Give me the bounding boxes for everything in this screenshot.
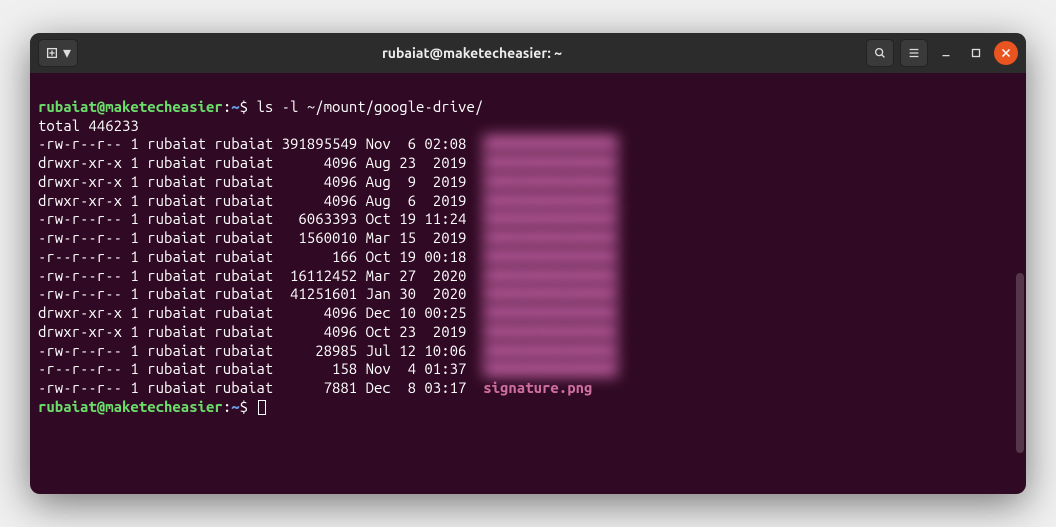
file-row: -rw-r--r-- 1 rubaiat rubaiat 7881 Dec 8 … [38, 379, 592, 396]
terminal-window: ▾ rubaiat@maketecheasier: ~ rubaiat@make… [30, 33, 1026, 494]
listing-container: -rw-r--r-- 1 rubaiat rubaiat 391895549 N… [38, 135, 1018, 398]
prompt-user-2: rubaiat@maketecheasier [38, 398, 223, 415]
blurred-filename: ████████████████ [483, 229, 617, 248]
maximize-button[interactable] [964, 41, 988, 65]
command-text: ls -l ~/mount/google-drive/ [256, 98, 483, 115]
filename: signature.png [483, 379, 592, 396]
prompt-sigil: $ [240, 98, 248, 115]
file-row: -rw-r--r-- 1 rubaiat rubaiat 1560010 Mar… [38, 229, 618, 246]
file-row: drwxr-xr-x 1 rubaiat rubaiat 4096 Dec 10… [38, 304, 618, 321]
blurred-filename: ████████████████ [483, 154, 617, 173]
titlebar: ▾ rubaiat@maketecheasier: ~ [30, 33, 1026, 73]
blurred-filename: ████████████████ [483, 210, 617, 229]
file-row: drwxr-xr-x 1 rubaiat rubaiat 4096 Oct 23… [38, 323, 618, 340]
new-tab-button[interactable]: ▾ [38, 39, 78, 67]
blurred-filename: ████████████████ [483, 285, 617, 304]
blurred-filename: ████████████████ [483, 342, 617, 361]
cursor [258, 400, 266, 415]
file-row: -rw-r--r-- 1 rubaiat rubaiat 28985 Jul 1… [38, 342, 618, 359]
blurred-filename: ████████████████ [483, 304, 617, 323]
minimize-button[interactable] [934, 41, 958, 65]
blurred-filename: ████████████████ [483, 135, 617, 154]
hamburger-icon [907, 46, 921, 60]
file-row: drwxr-xr-x 1 rubaiat rubaiat 4096 Aug 23… [38, 154, 618, 171]
file-row: -rw-r--r-- 1 rubaiat rubaiat 16112452 Ma… [38, 267, 618, 284]
file-row: -r--r--r-- 1 rubaiat rubaiat 158 Nov 4 0… [38, 360, 618, 377]
file-row: -rw-r--r-- 1 rubaiat rubaiat 6063393 Oct… [38, 210, 618, 227]
search-button[interactable] [866, 39, 894, 67]
file-row: drwxr-xr-x 1 rubaiat rubaiat 4096 Aug 6 … [38, 192, 618, 209]
new-tab-icon [45, 46, 59, 60]
maximize-icon [969, 46, 983, 60]
blurred-filename: ████████████████ [483, 192, 617, 211]
prompt-sep: : [223, 98, 231, 115]
blurred-filename: ████████████████ [483, 173, 617, 192]
menu-button[interactable] [900, 39, 928, 67]
close-icon [999, 46, 1013, 60]
prompt-path: ~ [231, 98, 239, 115]
blurred-filename: ████████████████ [483, 248, 617, 267]
prompt-user: rubaiat@maketecheasier [38, 98, 223, 115]
search-icon [873, 46, 887, 60]
file-row: -rw-r--r-- 1 rubaiat rubaiat 391895549 N… [38, 135, 618, 152]
blurred-filename: ████████████████ [483, 267, 617, 286]
scrollbar[interactable] [1016, 273, 1024, 453]
terminal-body[interactable]: rubaiat@maketecheasier:~$ ls -l ~/mount/… [30, 73, 1026, 494]
blurred-filename: ████████████████ [483, 360, 617, 379]
total-line: total 446233 [38, 117, 139, 134]
blurred-filename: ████████████████ [483, 323, 617, 342]
close-button[interactable] [994, 41, 1018, 65]
window-title: rubaiat@maketecheasier: ~ [86, 45, 858, 61]
file-row: -rw-r--r-- 1 rubaiat rubaiat 41251601 Ja… [38, 285, 618, 302]
minimize-icon [939, 46, 953, 60]
file-row: -r--r--r-- 1 rubaiat rubaiat 166 Oct 19 … [38, 248, 618, 265]
file-row: drwxr-xr-x 1 rubaiat rubaiat 4096 Aug 9 … [38, 173, 618, 190]
